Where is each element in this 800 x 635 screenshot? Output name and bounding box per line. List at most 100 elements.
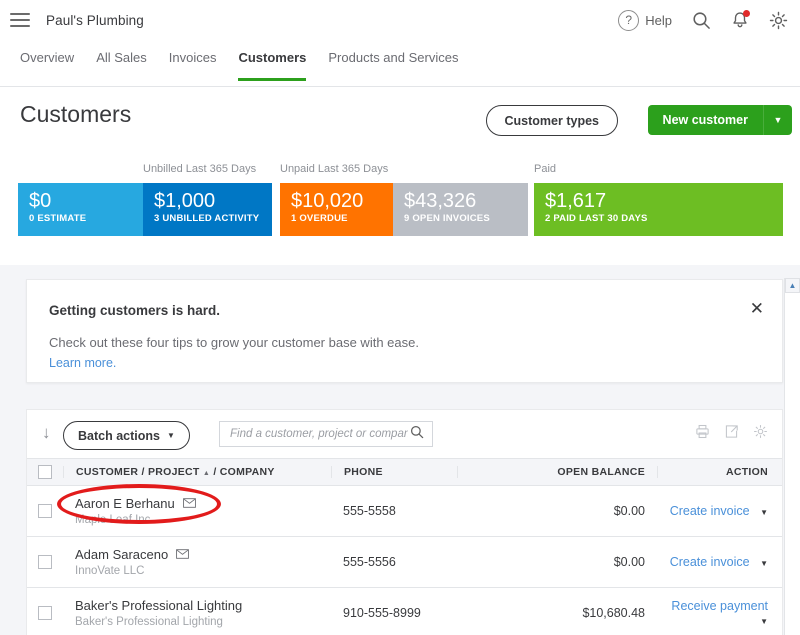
new-customer-button[interactable]: New customer <box>647 105 763 135</box>
help-button[interactable]: ? Help <box>618 9 672 31</box>
row-balance-cell: $10,680.48 <box>582 606 645 620</box>
chevron-down-icon: ▼ <box>166 431 175 440</box>
money-bar-segment-unbilled-activity[interactable]: $1,000 3 UNBILLED ACTIVITY <box>143 183 272 236</box>
gear-icon[interactable] <box>753 424 768 444</box>
money-bar-label-paid: Paid <box>534 163 557 175</box>
promo-banner: Getting customers is hard. Check out the… <box>26 279 783 383</box>
search-input[interactable] <box>228 427 410 441</box>
money-bar-amount: $43,326 <box>404 190 477 212</box>
learn-more-link[interactable]: Learn more. <box>49 356 116 370</box>
money-bar-label-unbilled: Unbilled Last 365 Days <box>143 163 257 175</box>
customer-company-text: Baker's Professional Lighting <box>75 616 223 628</box>
tab-products-and-services[interactable]: Products and Services <box>328 48 458 81</box>
customer-name-link[interactable]: Baker's Professional Lighting <box>75 598 331 613</box>
promo-banner-text: Check out these four tips to grow your c… <box>49 335 419 350</box>
page-header: Customers Customer types New customer ▼ <box>0 87 800 159</box>
column-header-phone[interactable]: PHONE <box>331 466 457 478</box>
row-action-cell: Create invoice ▼ <box>657 555 782 569</box>
tab-overview[interactable]: Overview <box>20 48 74 81</box>
gear-icon[interactable] <box>769 11 788 30</box>
customers-table-card: ↓ Batch actions ▼ Find a customer, proje… <box>26 409 783 635</box>
table-header-row: CUSTOMER / PROJECT ▲ / COMPANY PHONE OPE… <box>27 458 782 486</box>
money-bar-sub: 0 ESTIMATE <box>29 213 87 224</box>
money-bar-amount: $10,020 <box>291 190 364 212</box>
new-customer-button-group[interactable]: New customer ▼ <box>647 105 792 135</box>
customer-types-button[interactable]: Customer types <box>485 105 618 136</box>
down-arrow-icon[interactable]: ↓ <box>42 424 51 441</box>
money-bar-segment-open-invoices[interactable]: $43,326 9 OPEN INVOICES <box>393 183 528 236</box>
hamburger-icon[interactable] <box>10 13 30 27</box>
row-checkbox[interactable] <box>38 504 52 518</box>
bell-icon[interactable] <box>731 9 750 30</box>
chevron-down-icon[interactable]: ▼ <box>760 559 768 568</box>
top-bar-actions: ? Help <box>618 9 788 31</box>
column-header-open-balance[interactable]: OPEN BALANCE <box>457 466 657 478</box>
create-invoice-link[interactable]: Create invoice <box>670 504 750 518</box>
create-invoice-link[interactable]: Create invoice <box>670 555 750 569</box>
row-phone-cell: 555-5558 <box>343 504 396 518</box>
search-icon[interactable] <box>692 11 711 30</box>
notification-badge <box>743 9 750 17</box>
customer-company-text: Maple Leaf Inc. <box>75 514 154 526</box>
row-phone-cell: 555-5556 <box>343 555 396 569</box>
money-bar-sub: 2 PAID LAST 30 DAYS <box>545 213 648 224</box>
row-checkbox[interactable] <box>38 606 52 620</box>
chevron-down-icon[interactable]: ▼ <box>763 105 792 135</box>
money-bar-segment-overdue[interactable]: $10,020 1 OVERDUE <box>280 183 393 236</box>
help-label: Help <box>645 12 672 28</box>
table-toolbar-icons <box>695 424 768 444</box>
quickbooks-customers-page: Paul's Plumbing ? Help Overview All Sale… <box>0 0 800 635</box>
customer-name-text: Aaron E Berhanu <box>75 496 175 511</box>
search-icon[interactable] <box>410 425 424 444</box>
customer-name-link[interactable]: Aaron E Berhanu <box>75 496 331 511</box>
sort-ascending-icon: ▲ <box>202 470 211 477</box>
chevron-down-icon[interactable]: ▼ <box>760 508 768 517</box>
close-icon[interactable]: ✕ <box>750 300 764 317</box>
row-balance-cell: $0.00 <box>613 555 645 569</box>
envelope-icon[interactable] <box>182 496 196 511</box>
select-all-checkbox-cell <box>27 465 63 479</box>
batch-actions-label: Batch actions <box>78 428 160 443</box>
money-bar-amount: $1,617 <box>545 190 607 212</box>
row-checkbox[interactable] <box>38 555 52 569</box>
column-header-action: ACTION <box>657 466 782 478</box>
customer-name-text: Baker's Professional Lighting <box>75 598 243 613</box>
row-customer-cell: Adam Saraceno InnoVate LLC <box>63 547 331 577</box>
customer-name-text: Adam Saraceno <box>75 547 169 562</box>
page-title: Customers <box>20 101 132 127</box>
row-checkbox-cell <box>27 606 63 620</box>
tab-customers[interactable]: Customers <box>238 48 307 81</box>
tab-invoices[interactable]: Invoices <box>169 48 217 81</box>
table-row[interactable]: Adam Saraceno InnoVate LLC 555-5556 $0.0… <box>27 537 782 588</box>
tab-all-sales[interactable]: All Sales <box>96 48 147 81</box>
money-bar-segment-paid[interactable]: $1,617 2 PAID LAST 30 DAYS <box>534 183 783 236</box>
table-row[interactable]: Aaron E Berhanu Maple Leaf Inc. 555-5558… <box>27 486 782 537</box>
select-all-checkbox[interactable] <box>38 465 52 479</box>
row-checkbox-cell <box>27 504 63 518</box>
column-header-customer[interactable]: CUSTOMER / PROJECT ▲ / COMPANY <box>63 466 331 478</box>
chevron-up-icon: ▲ <box>788 281 797 290</box>
promo-banner-title: Getting customers is hard. <box>49 303 221 318</box>
column-header-company-label: / COMPANY <box>213 466 275 478</box>
printer-icon[interactable] <box>695 424 710 444</box>
receive-payment-link[interactable]: Receive payment <box>671 599 768 613</box>
envelope-icon[interactable] <box>176 547 190 562</box>
column-header-customer-label: CUSTOMER / PROJECT <box>76 466 200 478</box>
row-action-cell: Create invoice ▼ <box>657 504 782 518</box>
scrollbar-up-arrow[interactable]: ▲ <box>785 278 800 293</box>
table-row[interactable]: Baker's Professional Lighting Baker's Pr… <box>27 588 782 635</box>
vertical-scrollbar[interactable] <box>784 278 800 635</box>
export-icon[interactable] <box>724 424 739 444</box>
money-bar-labels: Unbilled Last 365 Days Unpaid Last 365 D… <box>0 163 800 179</box>
money-bar: Unbilled Last 365 Days Unpaid Last 365 D… <box>0 155 800 265</box>
row-checkbox-cell <box>27 555 63 569</box>
company-name: Paul's Plumbing <box>46 12 144 28</box>
batch-actions-button[interactable]: Batch actions ▼ <box>63 421 190 450</box>
search-box[interactable] <box>219 421 433 447</box>
main-tabs: Overview All Sales Invoices Customers Pr… <box>0 48 800 87</box>
customer-name-link[interactable]: Adam Saraceno <box>75 547 331 562</box>
money-bar-amount: $0 <box>29 190 52 212</box>
chevron-down-icon[interactable]: ▼ <box>760 617 768 626</box>
question-mark-icon: ? <box>618 9 640 31</box>
money-bar-segment-estimate[interactable]: $0 0 ESTIMATE <box>18 183 143 236</box>
